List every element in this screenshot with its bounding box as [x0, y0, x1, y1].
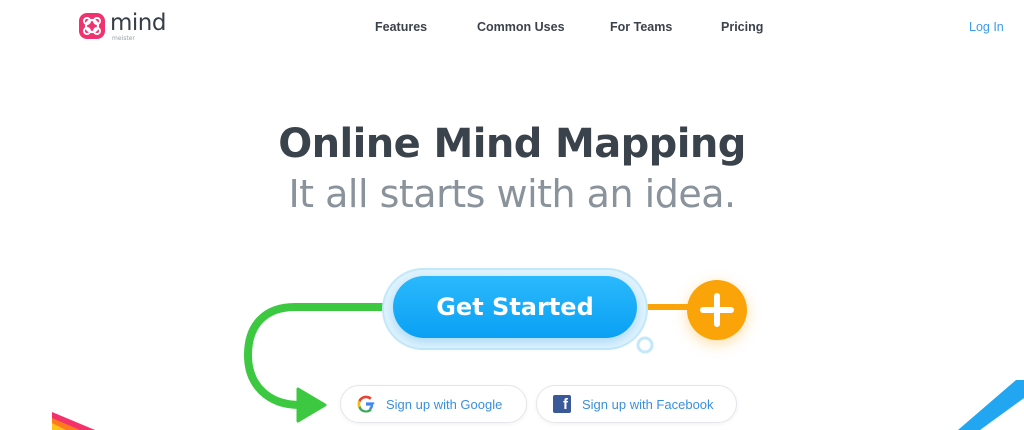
login-link[interactable]: Log In: [969, 20, 1004, 34]
brain-logo-icon: [79, 13, 105, 39]
logo-wordmark: mind: [110, 10, 166, 36]
facebook-signup-label: Sign up with Facebook: [582, 396, 714, 412]
hero-subtitle: It all starts with an idea.: [288, 172, 736, 216]
hero-title: Online Mind Mapping: [278, 121, 746, 167]
plus-icon: [700, 293, 734, 327]
nav-for-teams[interactable]: For Teams: [610, 20, 672, 34]
google-signup-button[interactable]: Sign up with Google: [340, 385, 527, 423]
google-signup-label: Sign up with Google: [386, 396, 503, 412]
add-idea-button[interactable]: [687, 280, 747, 340]
get-started-button[interactable]: Get Started: [393, 276, 637, 338]
nav-common-uses[interactable]: Common Uses: [477, 20, 565, 34]
blue-stripe-decoration: [958, 380, 1024, 430]
google-icon: [357, 395, 375, 413]
mindmeister-logo[interactable]: mind meister: [79, 12, 166, 42]
nav-features[interactable]: Features: [375, 20, 427, 34]
green-arrowhead-icon: [296, 387, 327, 423]
node-handle: [636, 336, 654, 354]
facebook-signup-button[interactable]: f Sign up with Facebook: [536, 385, 737, 423]
facebook-icon: f: [553, 395, 571, 413]
logo-subtitle: meister: [112, 35, 135, 42]
rainbow-stripes-decoration: [52, 412, 95, 430]
nav-pricing[interactable]: Pricing: [721, 20, 763, 34]
